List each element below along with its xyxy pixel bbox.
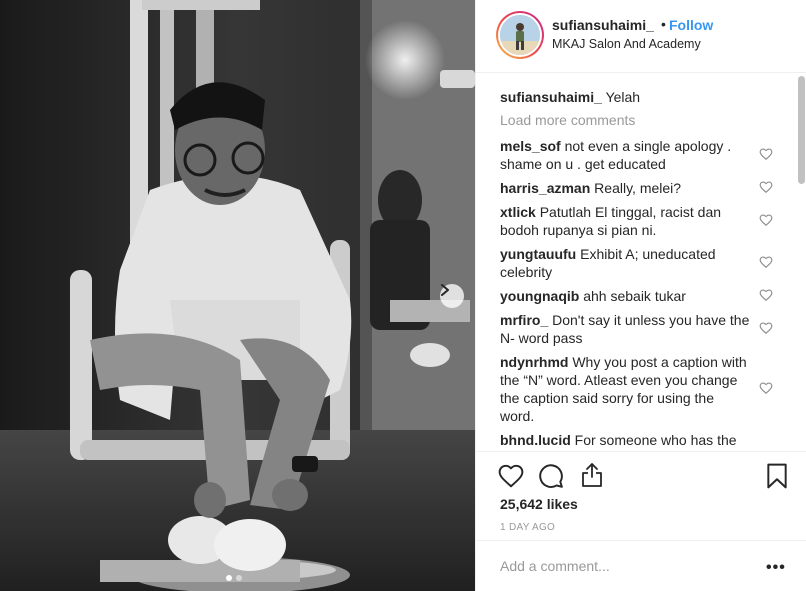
add-comment-input[interactable] bbox=[500, 555, 750, 577]
post-header: sufiansuhaimi_ • Follow MKAJ Salon And A… bbox=[476, 0, 806, 73]
avatar[interactable] bbox=[500, 15, 540, 55]
comment-text: ahh sebaik tukar bbox=[583, 288, 686, 304]
location-link[interactable]: MKAJ Salon And Academy bbox=[552, 37, 701, 51]
post-side-panel: sufiansuhaimi_ • Follow MKAJ Salon And A… bbox=[475, 0, 806, 591]
comment-text: For someone who has the bbox=[574, 432, 737, 448]
comment-item: harris_azman Really, melei? bbox=[500, 179, 750, 197]
comment-item: yungtauufu Exhibit A; uneducated celebri… bbox=[500, 245, 750, 281]
header-separator: • bbox=[661, 16, 666, 32]
comment-item: mrfiro_ Don't say it unless you have the… bbox=[500, 311, 750, 347]
caption-username[interactable]: sufiansuhaimi_ bbox=[500, 89, 602, 105]
carousel-dots bbox=[226, 575, 242, 581]
comment-username[interactable]: harris_azman bbox=[500, 180, 590, 196]
like-comment-heart-icon[interactable] bbox=[759, 147, 773, 161]
comment-username[interactable]: mels_sof bbox=[500, 138, 561, 154]
likes-count[interactable]: 25,642 likes bbox=[500, 496, 578, 512]
comment-item: mels_sof not even a single apology . sha… bbox=[500, 137, 750, 173]
post-actions: 25,642 likes 1 DAY AGO ••• bbox=[476, 451, 806, 591]
comment-username[interactable]: xtlick bbox=[500, 204, 536, 220]
like-comment-heart-icon[interactable] bbox=[759, 180, 773, 194]
comment-icon[interactable] bbox=[538, 463, 564, 489]
comment-username[interactable]: ndynrhmd bbox=[500, 354, 568, 370]
comment-text: Really, melei? bbox=[594, 180, 682, 196]
load-more-comments-button[interactable]: Load more comments bbox=[500, 112, 635, 128]
comment-username[interactable]: mrfiro_ bbox=[500, 312, 548, 328]
like-comment-heart-icon[interactable] bbox=[759, 321, 773, 335]
add-comment-bar: ••• bbox=[476, 540, 806, 591]
follow-button[interactable]: Follow bbox=[669, 17, 713, 33]
post-caption: sufiansuhaimi_ Yelah bbox=[500, 88, 640, 106]
like-comment-heart-icon[interactable] bbox=[759, 255, 773, 269]
next-photo-button[interactable] bbox=[440, 284, 464, 308]
chevron-right-icon bbox=[441, 284, 449, 296]
comment-item: xtlick Patutlah El tinggal, racist dan b… bbox=[500, 203, 750, 239]
comment-username[interactable]: yungtauufu bbox=[500, 246, 576, 262]
like-comment-heart-icon[interactable] bbox=[759, 288, 773, 302]
like-comment-heart-icon[interactable] bbox=[759, 381, 773, 395]
bookmark-icon[interactable] bbox=[766, 463, 788, 489]
comment-item: youngnaqib ahh sebaik tukar bbox=[500, 287, 750, 305]
comment-username[interactable]: bhnd.lucid bbox=[500, 432, 571, 448]
more-options-icon[interactable]: ••• bbox=[766, 559, 786, 577]
share-icon[interactable] bbox=[580, 462, 604, 488]
like-comment-heart-icon[interactable] bbox=[759, 213, 773, 227]
post-photo[interactable] bbox=[0, 0, 475, 591]
photo-image bbox=[0, 0, 475, 591]
caption-text: Yelah bbox=[605, 89, 641, 105]
comment-item: ndynrhmd Why you post a caption with the… bbox=[500, 353, 750, 425]
header-username[interactable]: sufiansuhaimi_ bbox=[552, 17, 654, 33]
post-timestamp[interactable]: 1 DAY AGO bbox=[500, 522, 555, 533]
avatar-image bbox=[500, 15, 540, 55]
carousel-dot bbox=[236, 575, 242, 581]
comments-scrollbar[interactable] bbox=[798, 76, 805, 184]
comments-list[interactable]: sufiansuhaimi_ Yelah Load more comments … bbox=[476, 74, 796, 451]
comment-item: bhnd.lucid For someone who has the bbox=[500, 431, 750, 449]
carousel-dot-active bbox=[226, 575, 232, 581]
comment-username[interactable]: youngnaqib bbox=[500, 288, 579, 304]
story-ring[interactable] bbox=[496, 11, 544, 59]
like-heart-icon[interactable] bbox=[498, 464, 524, 488]
